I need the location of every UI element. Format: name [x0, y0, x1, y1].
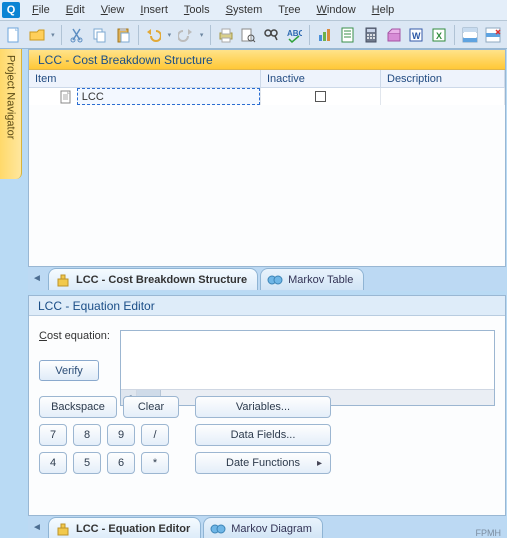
app-icon: Q — [2, 2, 20, 18]
variables-button[interactable]: Variables... — [195, 396, 331, 418]
svg-text:X: X — [436, 31, 442, 41]
tab-cost-breakdown[interactable]: LCC - Cost Breakdown Structure — [48, 268, 258, 290]
menu-view[interactable]: View — [93, 2, 133, 18]
menu-insert[interactable]: Insert — [132, 2, 176, 18]
menu-tools[interactable]: Tools — [176, 2, 218, 18]
menu-file[interactable]: File — [24, 2, 58, 18]
tab-scroll-left-icon[interactable]: ◄ — [32, 522, 42, 534]
menu-edit[interactable]: Edit — [58, 2, 93, 18]
menubar: Q File Edit View Insert Tools System Tre… — [0, 0, 507, 21]
table-row[interactable] — [29, 88, 505, 105]
project-navigator-label: Project Navigator — [5, 55, 17, 139]
chart-icon[interactable] — [315, 24, 335, 46]
undo-icon[interactable] — [143, 24, 163, 46]
report-icon[interactable] — [338, 24, 358, 46]
inactive-checkbox[interactable] — [315, 91, 326, 102]
item-edit-cell[interactable] — [77, 88, 260, 105]
col-item[interactable]: Item — [29, 70, 261, 87]
open-icon[interactable] — [27, 24, 47, 46]
delete-row-icon[interactable] — [483, 24, 503, 46]
col-description[interactable]: Description — [381, 70, 505, 87]
upper-tabs: ◄ LCC - Cost Breakdown Structure Markov … — [28, 267, 506, 291]
grid: Item Inactive Description — [29, 70, 505, 105]
equation-editor-panel: LCC - Equation Editor Cost equation: Ver… — [28, 295, 506, 516]
lower-tabs: ◄ LCC - Equation Editor Markov Diagram — [28, 516, 506, 538]
clear-button[interactable]: Clear — [123, 396, 179, 418]
data-fields-button[interactable]: Data Fields... — [195, 424, 331, 446]
key-5[interactable]: 5 — [73, 452, 101, 474]
document-icon — [59, 90, 73, 104]
tab-label: Markov Diagram — [231, 523, 312, 535]
menu-window[interactable]: Window — [309, 2, 364, 18]
word-icon[interactable]: W — [406, 24, 426, 46]
equation-editor-title: LCC - Equation Editor — [29, 296, 505, 316]
redo-dropdown[interactable]: ▾ — [198, 24, 204, 46]
item-input[interactable] — [80, 90, 259, 104]
tab-markov-diagram[interactable]: Markov Diagram — [203, 517, 323, 538]
date-functions-button[interactable]: Date Functions — [195, 452, 331, 474]
open-dropdown[interactable]: ▾ — [50, 24, 56, 46]
toolbar: ▾ ▾ ▾ ABC W X — [0, 21, 507, 49]
svg-text:W: W — [412, 31, 421, 41]
markov-icon — [210, 521, 226, 537]
doc-yellow-icon — [55, 521, 71, 537]
redo-icon[interactable] — [176, 24, 196, 46]
key-6[interactable]: 6 — [107, 452, 135, 474]
key-divide[interactable]: / — [141, 424, 169, 446]
key-4[interactable]: 4 — [39, 452, 67, 474]
tab-markov-table[interactable]: Markov Table — [260, 268, 364, 290]
tab-label: LCC - Equation Editor — [76, 523, 190, 535]
new-icon[interactable] — [4, 24, 24, 46]
key-7[interactable]: 7 — [39, 424, 67, 446]
verify-button[interactable]: Verify — [39, 360, 99, 381]
tab-label: Markov Table — [288, 274, 353, 286]
doc-yellow-icon — [55, 272, 71, 288]
keypad: Backspace Clear 7 8 9 / 4 5 6 * — [29, 396, 505, 474]
spellcheck-icon[interactable]: ABC — [284, 24, 304, 46]
tab-scroll-left-icon[interactable]: ◄ — [32, 273, 42, 285]
calculator-icon[interactable] — [361, 24, 381, 46]
project-navigator-tab[interactable]: Project Navigator — [0, 49, 22, 179]
find-icon[interactable] — [261, 24, 281, 46]
backspace-button[interactable]: Backspace — [39, 396, 117, 418]
key-multiply[interactable]: * — [141, 452, 169, 474]
cost-breakdown-title: LCC - Cost Breakdown Structure — [29, 50, 505, 70]
svg-text:ABC: ABC — [287, 29, 302, 38]
key-9[interactable]: 9 — [107, 424, 135, 446]
tab-equation-editor[interactable]: LCC - Equation Editor — [48, 517, 201, 538]
cut-icon[interactable] — [67, 24, 87, 46]
cost-equation-input[interactable]: ◀ — [120, 330, 495, 406]
module-icon[interactable] — [384, 24, 404, 46]
menu-help[interactable]: Help — [364, 2, 403, 18]
col-inactive[interactable]: Inactive — [261, 70, 381, 87]
markov-icon — [267, 272, 283, 288]
print-icon[interactable] — [216, 24, 236, 46]
cost-breakdown-panel: LCC - Cost Breakdown Structure Item Inac… — [28, 49, 506, 267]
insert-row-icon[interactable] — [460, 24, 480, 46]
tab-label: LCC - Cost Breakdown Structure — [76, 274, 247, 286]
excel-icon[interactable]: X — [429, 24, 449, 46]
paste-icon[interactable] — [113, 24, 133, 46]
status-text: FPMH — [476, 528, 502, 538]
menu-tree[interactable]: Tree — [270, 2, 308, 18]
print-preview-icon[interactable] — [238, 24, 258, 46]
menu-system[interactable]: System — [218, 2, 271, 18]
cost-equation-label: Cost equation: — [39, 330, 110, 342]
copy-icon[interactable] — [90, 24, 110, 46]
undo-dropdown[interactable]: ▾ — [166, 24, 172, 46]
key-8[interactable]: 8 — [73, 424, 101, 446]
